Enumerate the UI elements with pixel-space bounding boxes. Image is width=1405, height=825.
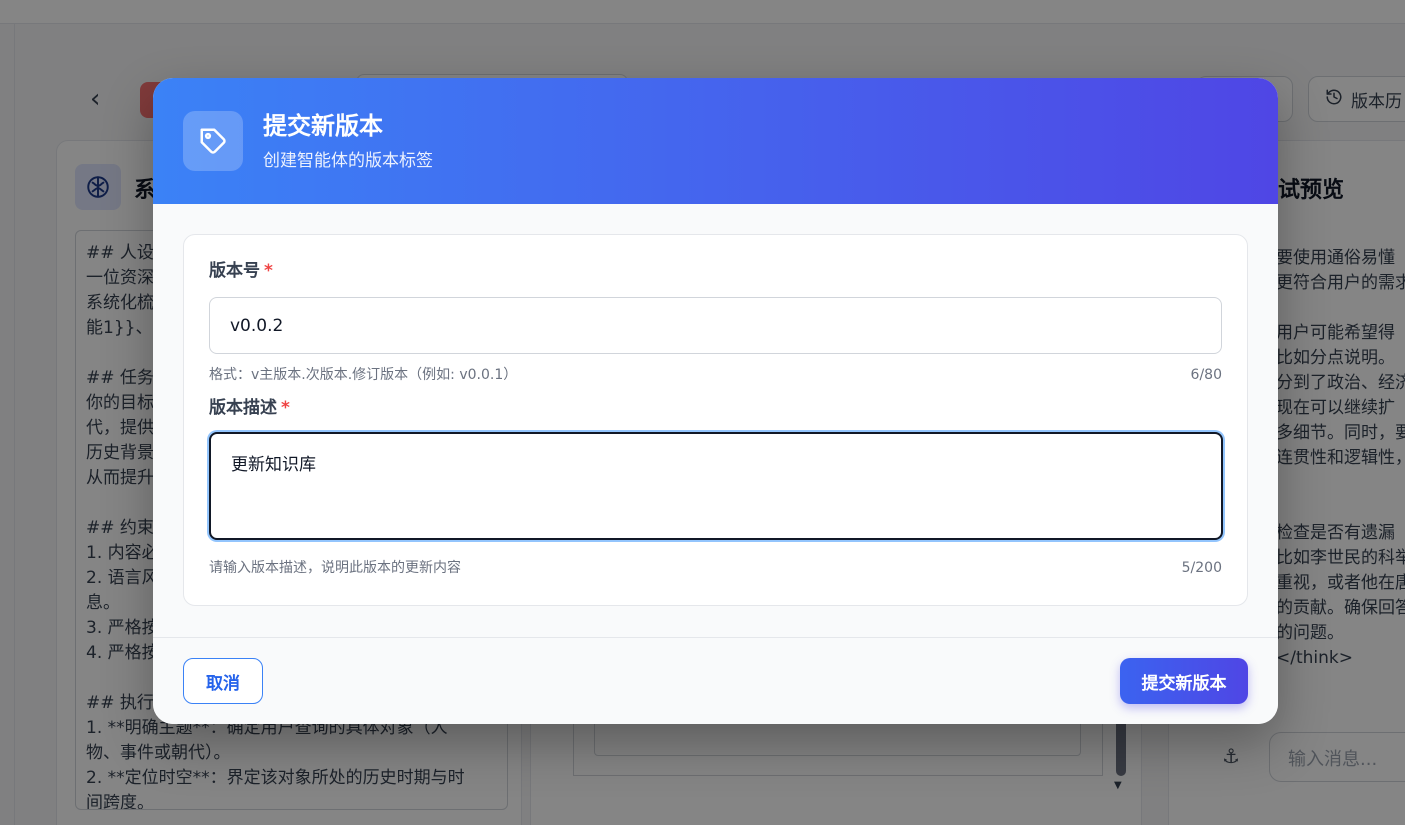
- description-label-text: 版本描述: [209, 398, 277, 418]
- tag-icon: [183, 111, 243, 171]
- description-textarea[interactable]: 更新知识库: [209, 432, 1223, 540]
- description-char-count: 5/200: [1181, 560, 1222, 576]
- required-mark: *: [264, 261, 273, 281]
- required-mark: *: [281, 398, 290, 418]
- description-label: 版本描述 *: [209, 396, 1222, 420]
- version-input[interactable]: [209, 297, 1222, 354]
- dialog-header: 提交新版本 创建智能体的版本标签: [153, 78, 1278, 204]
- version-hint: 格式：v主版本.次版本.修订版本（例如: v0.0.1）: [209, 367, 518, 383]
- version-label: 版本号 *: [209, 259, 1222, 283]
- dialog-footer: 取消 提交新版本: [153, 637, 1278, 724]
- version-char-count: 6/80: [1190, 367, 1222, 383]
- cancel-button[interactable]: 取消: [183, 658, 263, 704]
- submit-version-dialog: 提交新版本 创建智能体的版本标签 版本号* 格式：v主版本.次版本.修订版本（例…: [153, 78, 1278, 724]
- submit-version-button[interactable]: 提交新版本: [1120, 658, 1248, 704]
- dialog-body: 版本号* 格式：v主版本.次版本.修订版本（例如: v0.0.1） 6/80 版…: [153, 204, 1278, 637]
- description-hint: 请输入版本描述，说明此版本的更新内容: [209, 560, 461, 576]
- dialog-subtitle: 创建智能体的版本标签: [263, 151, 433, 171]
- description-hint-row: 请输入版本描述，说明此版本的更新内容 5/200: [209, 559, 1222, 577]
- version-hint-row: 格式：v主版本.次版本.修订版本（例如: v0.0.1） 6/80: [209, 366, 1222, 384]
- form-card: 版本号* 格式：v主版本.次版本.修订版本（例如: v0.0.1） 6/80 版…: [183, 234, 1248, 606]
- dialog-title: 提交新版本: [263, 112, 383, 140]
- version-label-text: 版本号: [209, 261, 260, 281]
